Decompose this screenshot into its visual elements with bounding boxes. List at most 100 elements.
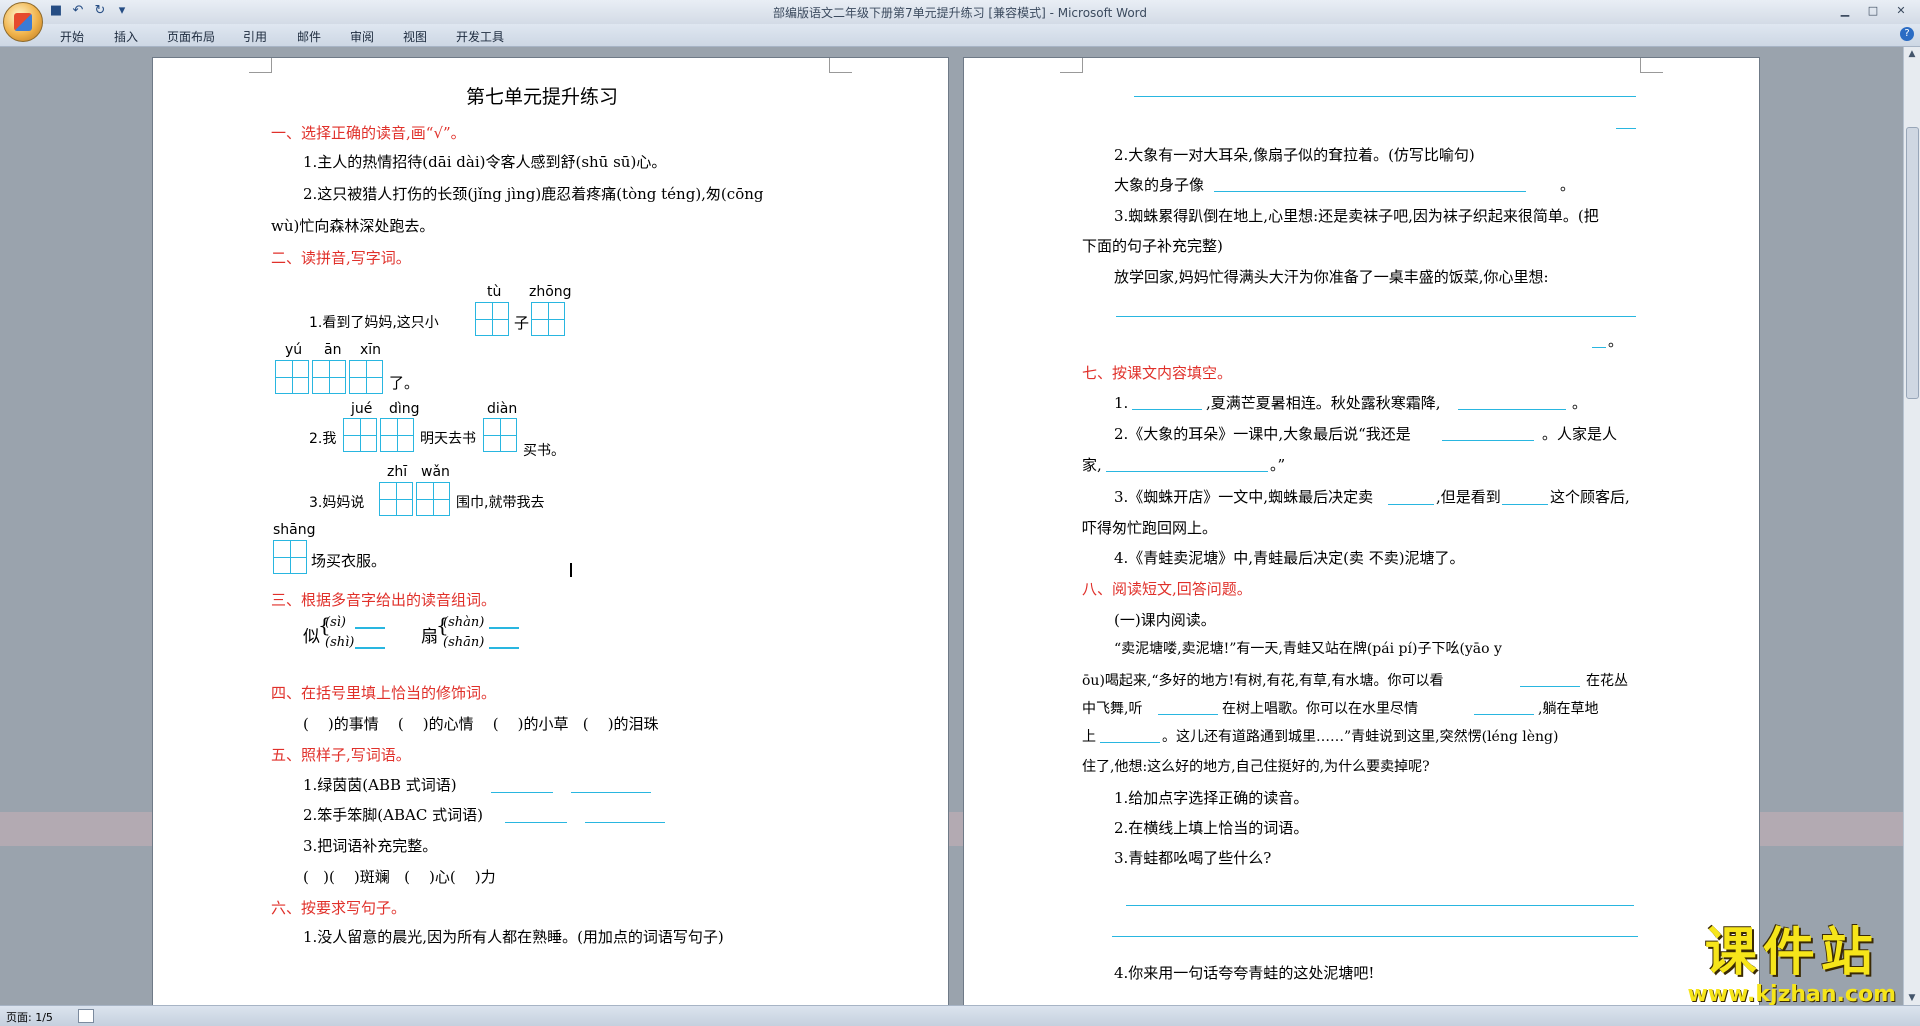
pinyin: diàn <box>487 401 518 417</box>
passage-text: 在花丛 <box>1586 673 1628 689</box>
save-icon[interactable]: ■ <box>48 3 64 19</box>
help-icon[interactable]: ? <box>1900 27 1914 41</box>
answer-blank[interactable] <box>491 792 553 793</box>
answer-blank[interactable] <box>1458 409 1566 410</box>
question-text: 1.给加点字选择正确的读音。 <box>1114 789 1309 807</box>
writing-box[interactable] <box>483 418 517 452</box>
question-text: ( )( )斑斓 ( )心( )力 <box>303 868 496 886</box>
text-cursor <box>570 563 572 577</box>
writing-box[interactable] <box>312 360 346 394</box>
section-heading: 四、在括号里填上恰当的修饰词。 <box>271 684 497 702</box>
site-watermark: 课件站 www.kjzhan.com <box>1687 924 1896 1007</box>
undo-icon[interactable]: ↶ <box>70 3 86 19</box>
tab-review[interactable]: 审阅 <box>350 28 374 45</box>
tab-references[interactable]: 引用 <box>243 28 267 45</box>
tab-home[interactable]: 开始 <box>60 28 84 45</box>
question-text: 。 <box>1608 332 1624 350</box>
writing-box[interactable] <box>475 302 509 336</box>
minimize-icon[interactable]: ▁ <box>1832 2 1858 20</box>
section-heading: 六、按要求写句子。 <box>271 899 407 917</box>
answer-blank[interactable] <box>1520 686 1580 687</box>
pinyin: zhī <box>387 464 408 480</box>
answer-blank[interactable] <box>1388 504 1434 505</box>
answer-blank[interactable] <box>585 822 665 823</box>
passage-text: 住了,他想:这么好的地方,自己住挺好的,为什么要卖掉呢? <box>1082 759 1430 775</box>
writing-box[interactable] <box>380 418 414 452</box>
answer-line[interactable] <box>1616 128 1636 129</box>
writing-box[interactable] <box>343 418 377 452</box>
crop-mark <box>1640 58 1663 73</box>
answer-blank[interactable] <box>1100 742 1160 743</box>
office-logo-icon <box>14 13 32 31</box>
answer-blank[interactable] <box>489 627 519 629</box>
answer-blank[interactable] <box>1502 504 1548 505</box>
answer-blank[interactable] <box>1474 714 1534 715</box>
writing-box[interactable] <box>349 360 383 394</box>
answer-blank[interactable] <box>355 647 385 649</box>
proofing-icon[interactable] <box>78 1009 94 1023</box>
question-text: 大象的身子像 <box>1114 176 1205 194</box>
answer-line[interactable] <box>1126 905 1634 906</box>
close-icon[interactable]: ✕ <box>1888 2 1914 20</box>
page-indicator[interactable]: 页面: 1/5 <box>6 1009 53 1025</box>
question-text: 2.大象有一对大耳朵,像扇子似的耷拉着。(仿写比喻句) <box>1114 146 1475 164</box>
answer-line[interactable] <box>1112 936 1638 937</box>
answer-line[interactable] <box>1134 96 1636 97</box>
question-text: 吓得匆忙跑回网上。 <box>1082 519 1218 537</box>
reading: (shàn) <box>443 615 485 630</box>
customize-icon[interactable]: ▾ <box>114 3 130 19</box>
question-text: 2.在横线上填上恰当的词语。 <box>1114 819 1309 837</box>
page-left[interactable]: 第七单元提升练习 一、选择正确的读音,画“√”。 1.主人的热情招待(dāi d… <box>152 57 949 1007</box>
writing-box[interactable] <box>531 302 565 336</box>
question-text: 3.《蜘蛛开店》一文中,蜘蛛最后决定卖 <box>1114 488 1374 506</box>
answer-blank[interactable] <box>571 792 651 793</box>
answer-blank[interactable] <box>489 647 519 649</box>
answer-line[interactable] <box>1214 191 1526 192</box>
scroll-up-icon[interactable]: ▲ <box>1904 47 1920 61</box>
tab-mailings[interactable]: 邮件 <box>297 28 321 45</box>
question-text: 这个顾客后, <box>1550 488 1630 506</box>
section-heading: 三、根据多音字给出的读音组词。 <box>271 591 497 609</box>
pinyin: tù <box>487 284 502 300</box>
pinyin: yú <box>285 342 303 358</box>
pinyin: ān <box>324 342 342 358</box>
tab-insert[interactable]: 插入 <box>114 28 138 45</box>
tab-page-layout[interactable]: 页面布局 <box>167 28 215 45</box>
question-text: 2.我 <box>309 431 337 447</box>
vertical-scrollbar[interactable]: ▲ ▼ <box>1903 47 1920 1005</box>
section-heading: 五、照样子,写词语。 <box>271 746 411 764</box>
question-text: 。 <box>1560 176 1576 194</box>
scrollbar-thumb[interactable] <box>1906 127 1919 399</box>
answer-blank[interactable] <box>1132 409 1202 410</box>
writing-box[interactable] <box>273 540 307 574</box>
question-text: 4.《青蛙卖泥塘》中,青蛙最后决定(卖 不卖)泥塘了。 <box>1114 549 1465 567</box>
answer-blank[interactable] <box>1442 440 1534 441</box>
question-text: 买书。 <box>523 443 565 459</box>
answer-blank[interactable] <box>1158 714 1218 715</box>
maximize-icon[interactable]: □ <box>1860 2 1886 20</box>
scroll-down-icon[interactable]: ▼ <box>1904 991 1920 1005</box>
office-button[interactable] <box>3 2 43 42</box>
answer-blank[interactable] <box>505 822 567 823</box>
answer-line[interactable] <box>1116 316 1636 317</box>
question-text: 3.妈妈说 <box>309 495 365 511</box>
answer-blank[interactable] <box>1106 471 1268 472</box>
question-text: 1.主人的热情招待(dāi dài)令客人感到舒(shū sū)心。 <box>303 153 667 171</box>
writing-box[interactable] <box>379 482 413 516</box>
pinyin: jué <box>351 401 373 417</box>
window-title: 部编版语文二年级下册第7单元提升练习 [兼容模式] - Microsoft Wo… <box>772 6 1148 20</box>
watermark-text: 课件站 <box>1704 923 1879 983</box>
tab-developer[interactable]: 开发工具 <box>456 28 504 45</box>
writing-box[interactable] <box>416 482 450 516</box>
answer-blank[interactable] <box>355 627 385 629</box>
crop-mark <box>829 58 852 73</box>
redo-icon[interactable]: ↻ <box>92 3 108 19</box>
question-text: ,夏满芒夏暑相连。秋处露秋寒霜降, <box>1206 394 1441 412</box>
title-bar: 部编版语文二年级下册第7单元提升练习 [兼容模式] - Microsoft Wo… <box>0 0 1920 25</box>
passage-text: “卖泥塘喽,卖泥塘!”有一天,青蛙又站在牌(pái pí)子下吆(yāo y <box>1114 641 1502 657</box>
tab-view[interactable]: 视图 <box>403 28 427 45</box>
writing-box[interactable] <box>275 360 309 394</box>
answer-line[interactable] <box>1592 347 1606 348</box>
question-text: 4.你来用一句话夸夸青蛙的这处泥塘吧! <box>1114 964 1375 982</box>
page-right[interactable]: 2.大象有一对大耳朵,像扇子似的耷拉着。(仿写比喻句) 大象的身子像 。 3.蜘… <box>963 57 1760 1007</box>
